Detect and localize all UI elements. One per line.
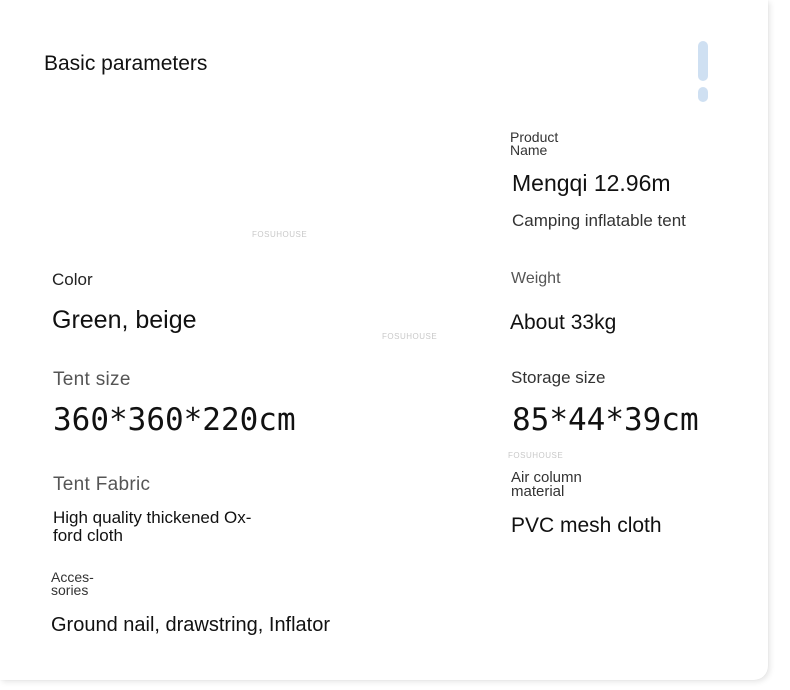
weight-value: About 33kg (510, 311, 617, 334)
product-name-subvalue: Camping inflatable tent (512, 211, 686, 230)
weight-label: Weight (511, 270, 561, 287)
tent-fabric-label: Tent Fabric (53, 474, 151, 495)
parameters-card: Basic parameters FOSUHOUSE FOSUHOUSE FOS… (0, 0, 768, 680)
tent-fabric-value-line2: ford cloth (53, 526, 123, 545)
watermark: FOSUHOUSE (252, 230, 308, 239)
product-name-value: Mengqi 12.96m (512, 170, 671, 196)
scroll-indicator-bar (698, 41, 708, 81)
storage-size-label: Storage size (511, 368, 606, 387)
air-column-label-line2: material (511, 483, 565, 500)
product-name-label-line2: Name (510, 142, 548, 158)
color-value: Green, beige (52, 306, 197, 334)
tent-size-label: Tent size (53, 369, 131, 390)
scroll-indicator-dot (698, 87, 708, 102)
watermark: FOSUHOUSE (382, 332, 438, 341)
color-label: Color (52, 270, 93, 289)
air-column-label: Air column material (511, 470, 582, 500)
page-title: Basic parameters (44, 52, 208, 75)
storage-size-value: 85*44*39cm (512, 402, 699, 438)
accessories-value: Ground nail, drawstring, Inflator (51, 614, 331, 636)
product-name-label: Product Name (510, 130, 558, 158)
watermark: FOSUHOUSE (508, 451, 564, 460)
tent-size-value: 360*360*220cm (53, 402, 296, 438)
accessories-label-line2: sories (51, 582, 89, 598)
accessories-label: Acces- sories (51, 570, 94, 598)
air-column-value: PVC mesh cloth (511, 514, 662, 537)
tent-fabric-value-line1: High quality thickened Ox- (53, 508, 252, 527)
tent-fabric-value: High quality thickened Ox- ford cloth (53, 509, 293, 545)
